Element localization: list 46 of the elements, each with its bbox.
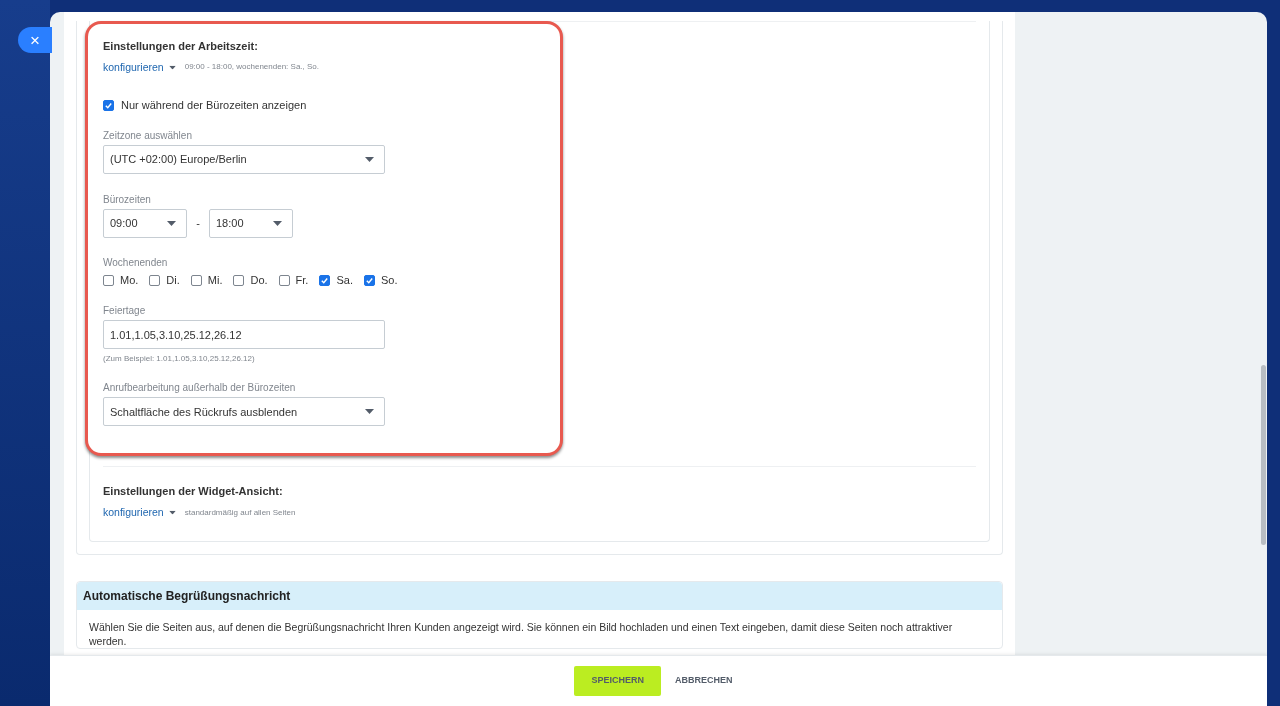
dropdown-caret-icon: [365, 409, 374, 415]
weekday-label: Sa.: [336, 272, 353, 288]
cancel-button[interactable]: ABBRECHEN: [665, 666, 743, 696]
dropdown-caret-icon: [167, 220, 176, 226]
weekday-label: Mi.: [207, 272, 223, 288]
checkbox[interactable]: [103, 274, 114, 286]
section-description: Wählen Sie die Seiten aus, auf denen die Begrüßungsnachricht Ihren Kunden angezeigt wird. Sie können ein Bild hochladen und einen Text eingeben, damit diese Seiten noch attraktiver werden.: [88, 619, 954, 648]
select-field[interactable]: (UTC +02:00) Europe/Berlin: [103, 144, 385, 174]
checkbox[interactable]: [190, 274, 202, 286]
section-header: Automatische Begrüßungsnachricht: [77, 581, 1002, 610]
save-button[interactable]: SPEICHERN: [574, 666, 661, 696]
holidays-input[interactable]: 1.01,1.05,3.10,25.12,26.12: [103, 320, 385, 350]
scrollbar-thumb[interactable]: [1261, 365, 1266, 545]
caret-icon: [168, 65, 176, 70]
dropdown-caret-icon: [365, 156, 374, 162]
close-button[interactable]: ×: [18, 27, 52, 53]
configure-link[interactable]: konfigurieren: [103, 504, 177, 521]
weekday-label: Mo.: [120, 272, 139, 288]
section-title: Einstellungen der Widget-Ansicht:: [103, 484, 284, 500]
settings-summary: standardmäßig auf allen Seiten: [184, 506, 296, 519]
weekday-label: Di.: [166, 272, 180, 288]
hint-text: (Zum Beispiel: 1.01,1.05,3.10,25.12,26.12): [103, 353, 256, 366]
field-label: Anrufbearbeitung außerhalb der Bürozeiten: [103, 381, 297, 396]
weekday-label: So.: [380, 272, 398, 288]
weekday-label: Fr.: [295, 272, 309, 288]
checkbox-label: Nur während der Bürozeiten anzeigen: [121, 98, 307, 114]
caret-icon: [168, 510, 176, 515]
checkbox[interactable]: [319, 274, 331, 286]
section-title: Einstellungen der Arbeitszeit:: [103, 39, 259, 54]
settings-summary: 09:00 - 18:00, wochenenden: Sa., So.: [184, 61, 320, 74]
field-label: Bürozeiten: [103, 192, 152, 207]
weekday-label: Do.: [250, 272, 268, 288]
select-field[interactable]: 09:00: [103, 208, 187, 238]
field-label: Zeitzone auswählen: [103, 128, 193, 143]
field-label: Feiertage: [103, 304, 147, 319]
configure-link[interactable]: konfigurieren: [103, 59, 177, 76]
checkbox[interactable]: [233, 274, 245, 286]
range-separator: -: [195, 216, 201, 231]
select-field[interactable]: Schaltfläche des Rückrufs ausblenden: [103, 397, 385, 427]
dropdown-caret-icon: [273, 220, 282, 226]
field-label: Wochenenden: [103, 255, 169, 270]
checkbox[interactable]: [103, 100, 114, 111]
checkbox[interactable]: [363, 274, 375, 286]
select-field[interactable]: 18:00: [209, 208, 293, 238]
checkbox[interactable]: [149, 274, 161, 286]
checkbox[interactable]: [278, 274, 290, 286]
